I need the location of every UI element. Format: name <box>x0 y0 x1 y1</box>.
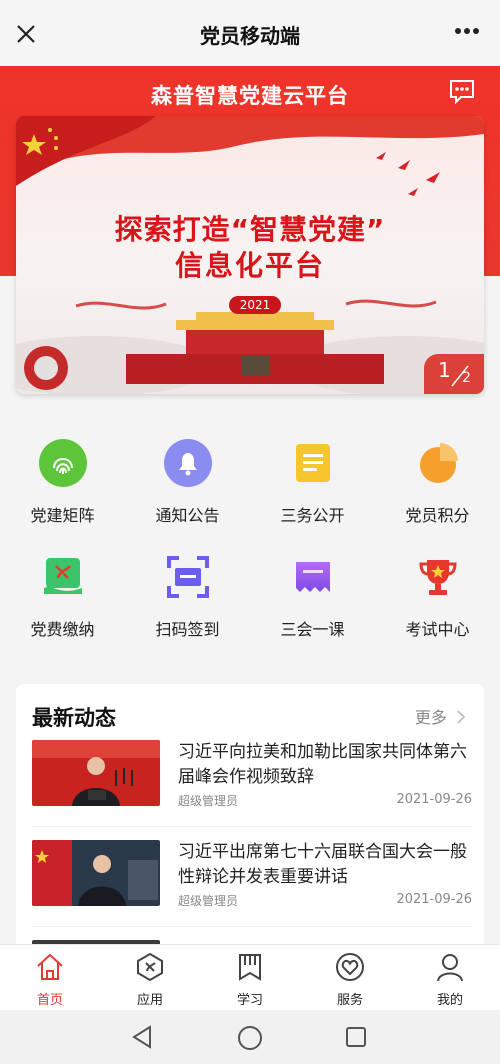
news-title: 习近平向拉美和加勒比国家共同体第六届峰会作视频致辞 <box>178 742 467 787</box>
news-date: 2021-09-26 <box>396 792 472 807</box>
banner-carousel[interactable]: 探索打造“智慧党建” 信息化平台 2021 1 2 <box>16 116 484 394</box>
tab-label: 学习 <box>236 993 263 1008</box>
banner-page-indicator: 1 2 <box>424 354 484 394</box>
tab-apps[interactable]: 应用 <box>100 951 200 1008</box>
news-item[interactable]: 习近平向拉美和加勒比国家共同体第六届峰会作视频致辞 超级管理员 2021-09-… <box>32 740 472 810</box>
news-thumbnail <box>32 840 160 906</box>
pie-chart-icon <box>413 438 463 488</box>
shortcut-label: 三会一课 <box>280 620 345 639</box>
home-icon <box>37 953 63 980</box>
shortcut-label: 考试中心 <box>405 620 470 639</box>
tab-label: 应用 <box>136 993 163 1008</box>
shortcut-three-affairs[interactable]: 三务公开 <box>250 438 375 526</box>
shortcut-label: 通知公告 <box>155 506 220 525</box>
news-date: 2021-09-26 <box>396 892 472 907</box>
news-thumbnail <box>32 740 160 806</box>
news-more-link[interactable]: 更多 <box>415 704 466 728</box>
shortcut-notice[interactable]: 通知公告 <box>125 438 250 526</box>
tab-bar: 首页 应用 学习 服务 我的 <box>0 944 500 1011</box>
shortcut-party-matrix[interactable]: 党建矩阵 <box>0 438 125 526</box>
news-heading: 最新动态 <box>32 706 116 730</box>
trophy-icon <box>413 552 463 602</box>
chevron-right-icon <box>457 710 466 724</box>
divider <box>32 826 472 827</box>
tab-label: 我的 <box>436 993 463 1008</box>
divider <box>32 926 472 927</box>
shortcut-label: 党建矩阵 <box>30 506 95 525</box>
brand-title: 森普智慧党建云平台 <box>151 84 349 108</box>
tab-profile[interactable]: 我的 <box>400 951 500 1008</box>
home-circle-icon[interactable] <box>236 1024 264 1052</box>
banner-icon <box>288 552 338 602</box>
banner-headline-line2: 信息化平台 <box>174 249 325 282</box>
banner-headline-line1: 探索打造“智慧党建” <box>114 213 386 246</box>
book-icon <box>239 954 261 981</box>
shortcut-label: 扫码签到 <box>155 620 220 639</box>
shortcut-member-points[interactable]: 党员积分 <box>375 438 500 526</box>
tab-label: 首页 <box>36 993 63 1008</box>
news-author: 超级管理员 <box>178 894 239 908</box>
bell-icon <box>163 438 213 488</box>
news-item[interactable]: 习近平出席第七十六届联合国大会一般性辩论并发表重要讲话 超级管理员 2021-0… <box>32 840 472 910</box>
document-icon <box>288 438 338 488</box>
shortcut-scan-signin[interactable]: 扫码签到 <box>125 552 250 640</box>
tab-services[interactable]: 服务 <box>300 951 400 1008</box>
tab-label: 服务 <box>336 993 363 1008</box>
shortcut-meetings-lesson[interactable]: 三会一课 <box>250 552 375 640</box>
shortcut-label: 党员积分 <box>405 506 470 525</box>
fingerprint-icon <box>38 438 88 488</box>
shortcut-label: 党费缴纳 <box>30 620 95 639</box>
user-icon <box>437 954 463 982</box>
tab-study[interactable]: 学习 <box>200 951 300 1008</box>
system-nav-bar <box>0 1010 500 1064</box>
party-emblem-icon <box>38 552 88 602</box>
banner-page-total: 2 <box>462 370 471 386</box>
shortcut-label: 三务公开 <box>280 506 345 525</box>
apps-icon <box>137 952 163 982</box>
news-title: 习近平出席第七十六届联合国大会一般性辩论并发表重要讲话 <box>178 842 467 887</box>
message-icon[interactable] <box>448 78 476 104</box>
news-more-label: 更多 <box>414 708 447 727</box>
more-icon[interactable] <box>454 26 480 36</box>
news-author: 超级管理员 <box>178 794 239 808</box>
title-bar: 党员移动端 <box>0 0 500 66</box>
scan-icon <box>163 552 213 602</box>
news-section: 最新动态 更多 习近平向拉美和加勒比国家共同体第六届峰会作视频致辞 超级管理员 … <box>16 684 484 964</box>
shortcut-exam-center[interactable]: 考试中心 <box>375 552 500 640</box>
banner-year-badge: 2021 <box>229 296 281 314</box>
heart-icon <box>336 953 364 981</box>
recents-square-icon[interactable] <box>344 1025 368 1049</box>
page-title: 党员移动端 <box>200 24 300 48</box>
tab-home[interactable]: 首页 <box>0 951 100 1008</box>
shortcut-party-dues[interactable]: 党费缴纳 <box>0 552 125 640</box>
back-triangle-icon[interactable] <box>130 1024 154 1050</box>
